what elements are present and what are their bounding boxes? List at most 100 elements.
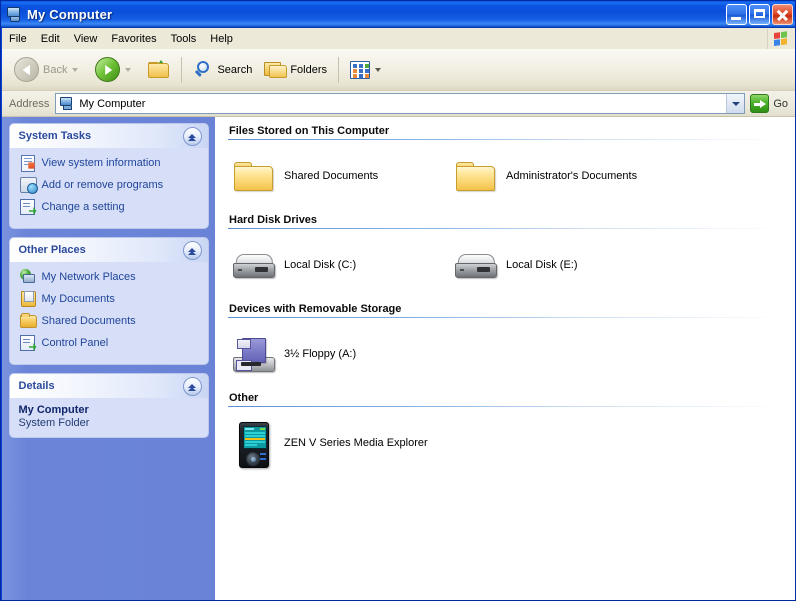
- back-button[interactable]: Back: [8, 52, 89, 88]
- views-grid-icon: [350, 60, 371, 79]
- back-history-chevron-icon[interactable]: [72, 67, 79, 72]
- folders-icon: [264, 60, 288, 79]
- panel-header-details[interactable]: Details: [9, 374, 208, 398]
- list-item[interactable]: Shared Documents: [228, 150, 450, 202]
- media-player-icon: [230, 419, 278, 468]
- sidebar-item-label: View system information: [41, 156, 161, 169]
- minimize-button[interactable]: [726, 3, 747, 25]
- list-item-label: Local Disk (C:): [284, 259, 357, 271]
- panel-other-places: Other Places My Network Places My Docume…: [9, 238, 208, 364]
- search-label: Search: [217, 63, 253, 76]
- client-area: System Tasks View system information Add…: [2, 117, 795, 600]
- panel-body-details: My Computer System Folder: [9, 398, 208, 437]
- sidebar-item-my-documents[interactable]: My Documents: [19, 290, 200, 307]
- up-button[interactable]: [142, 52, 176, 88]
- group-items: Local Disk (C:) Local Disk (E:): [228, 239, 784, 301]
- panel-body-system-tasks: View system information Add or remove pr…: [9, 148, 208, 228]
- address-bar: Address My Computer Go: [2, 91, 795, 117]
- window-title: My Computer: [27, 6, 113, 22]
- group-items: ZEN V Series Media Explorer: [228, 417, 784, 479]
- control-panel-icon: [19, 334, 36, 351]
- file-list-area[interactable]: Files Stored on This Computer Shared Doc…: [216, 117, 795, 600]
- title-bar[interactable]: My Computer: [1, 1, 795, 28]
- forward-arrow-icon: [95, 57, 121, 82]
- network-places-icon: [19, 268, 36, 285]
- group-divider: [228, 228, 784, 229]
- list-item[interactable]: ZEN V Series Media Explorer: [228, 417, 450, 469]
- sidebar-item-my-network-places[interactable]: My Network Places: [19, 268, 200, 285]
- back-arrow-icon: [14, 57, 39, 82]
- group-divider: [228, 317, 784, 318]
- menu-help[interactable]: Help: [203, 31, 240, 47]
- panel-header-other-places[interactable]: Other Places: [9, 238, 208, 262]
- list-item[interactable]: 3½ Floppy (A:): [228, 328, 450, 380]
- chevron-up-icon[interactable]: [182, 376, 202, 396]
- change-setting-icon: [19, 198, 36, 215]
- sidebar-item-label: Add or remove programs: [41, 178, 164, 191]
- panel-body-other-places: My Network Places My Documents Shared Do…: [9, 262, 208, 364]
- menu-bar: File Edit View Favorites Tools Help: [2, 28, 795, 50]
- window-controls: [726, 3, 793, 25]
- folder-icon: [230, 152, 278, 200]
- menu-tools[interactable]: Tools: [164, 31, 204, 47]
- folders-button[interactable]: Folders: [258, 52, 333, 88]
- group-other: Other ZEN V Series Media Explorer: [228, 392, 784, 479]
- address-value: My Computer: [79, 97, 146, 110]
- list-item-label: Shared Documents: [284, 170, 379, 182]
- group-title: Other: [229, 392, 259, 404]
- go-button[interactable]: Go: [748, 93, 790, 115]
- my-computer-icon: [59, 96, 75, 111]
- list-item[interactable]: Local Disk (C:): [228, 239, 450, 291]
- panel-title: System Tasks: [18, 130, 92, 142]
- chevron-up-icon[interactable]: [182, 126, 202, 146]
- sidebar-item-view-system-information[interactable]: View system information: [19, 154, 200, 172]
- group-divider: [228, 139, 784, 140]
- group-title: Devices with Removable Storage: [229, 303, 402, 315]
- hard-disk-icon: [452, 241, 500, 289]
- search-button[interactable]: Search: [187, 52, 258, 88]
- forward-button[interactable]: [89, 52, 142, 88]
- sidebar-item-label: My Documents: [41, 292, 115, 305]
- floppy-drive-icon: [230, 330, 278, 378]
- maximize-button[interactable]: [749, 3, 770, 25]
- group-files-stored: Files Stored on This Computer Shared Doc…: [228, 125, 784, 212]
- close-button[interactable]: [772, 3, 793, 25]
- folders-label: Folders: [290, 63, 328, 76]
- list-item-label: Administrator's Documents: [506, 170, 638, 182]
- navigation-toolbar: Back Search Folders: [2, 49, 795, 91]
- menu-edit[interactable]: Edit: [34, 31, 67, 47]
- menu-file[interactable]: File: [2, 31, 34, 47]
- toolbar-separator-2: [338, 56, 340, 83]
- list-item-label: ZEN V Series Media Explorer: [284, 437, 428, 449]
- sidebar-item-add-or-remove-programs[interactable]: Add or remove programs: [19, 176, 200, 194]
- views-button[interactable]: [344, 52, 392, 88]
- list-item[interactable]: Local Disk (E:): [450, 239, 672, 291]
- windows-flag-icon: [767, 28, 795, 49]
- list-item-label: Local Disk (E:): [506, 259, 578, 271]
- panel-details: Details My Computer System Folder: [9, 374, 208, 437]
- menu-view[interactable]: View: [67, 31, 105, 47]
- panel-title: Details: [18, 380, 55, 392]
- group-hard-disk-drives: Hard Disk Drives Local Disk (C:) Local D…: [228, 214, 784, 301]
- chevron-down-icon[interactable]: [726, 94, 745, 113]
- address-label: Address: [9, 97, 50, 110]
- menu-favorites[interactable]: Favorites: [104, 31, 163, 47]
- sidebar-item-shared-documents[interactable]: Shared Documents: [19, 312, 200, 329]
- list-item[interactable]: Administrator's Documents: [450, 150, 672, 202]
- my-computer-icon: [6, 6, 22, 22]
- sidebar-item-change-a-setting[interactable]: Change a setting: [19, 198, 200, 215]
- details-item-type: System Folder: [18, 417, 90, 429]
- sidebar-item-label: Change a setting: [41, 200, 125, 213]
- forward-history-chevron-icon[interactable]: [125, 67, 132, 72]
- explorer-window: My Computer File Edit View Favorites Too…: [0, 0, 796, 601]
- details-item-name: My Computer: [18, 404, 89, 416]
- group-title: Hard Disk Drives: [229, 214, 318, 226]
- toolbar-separator-1: [181, 56, 183, 83]
- panel-header-system-tasks[interactable]: System Tasks: [9, 124, 208, 148]
- address-input[interactable]: My Computer: [55, 93, 746, 114]
- group-title: Files Stored on This Computer: [229, 125, 390, 137]
- chevron-up-icon[interactable]: [182, 240, 202, 260]
- sidebar-item-label: My Network Places: [41, 270, 136, 283]
- sidebar-item-control-panel[interactable]: Control Panel: [19, 334, 200, 351]
- views-chevron-down-icon[interactable]: [375, 67, 382, 72]
